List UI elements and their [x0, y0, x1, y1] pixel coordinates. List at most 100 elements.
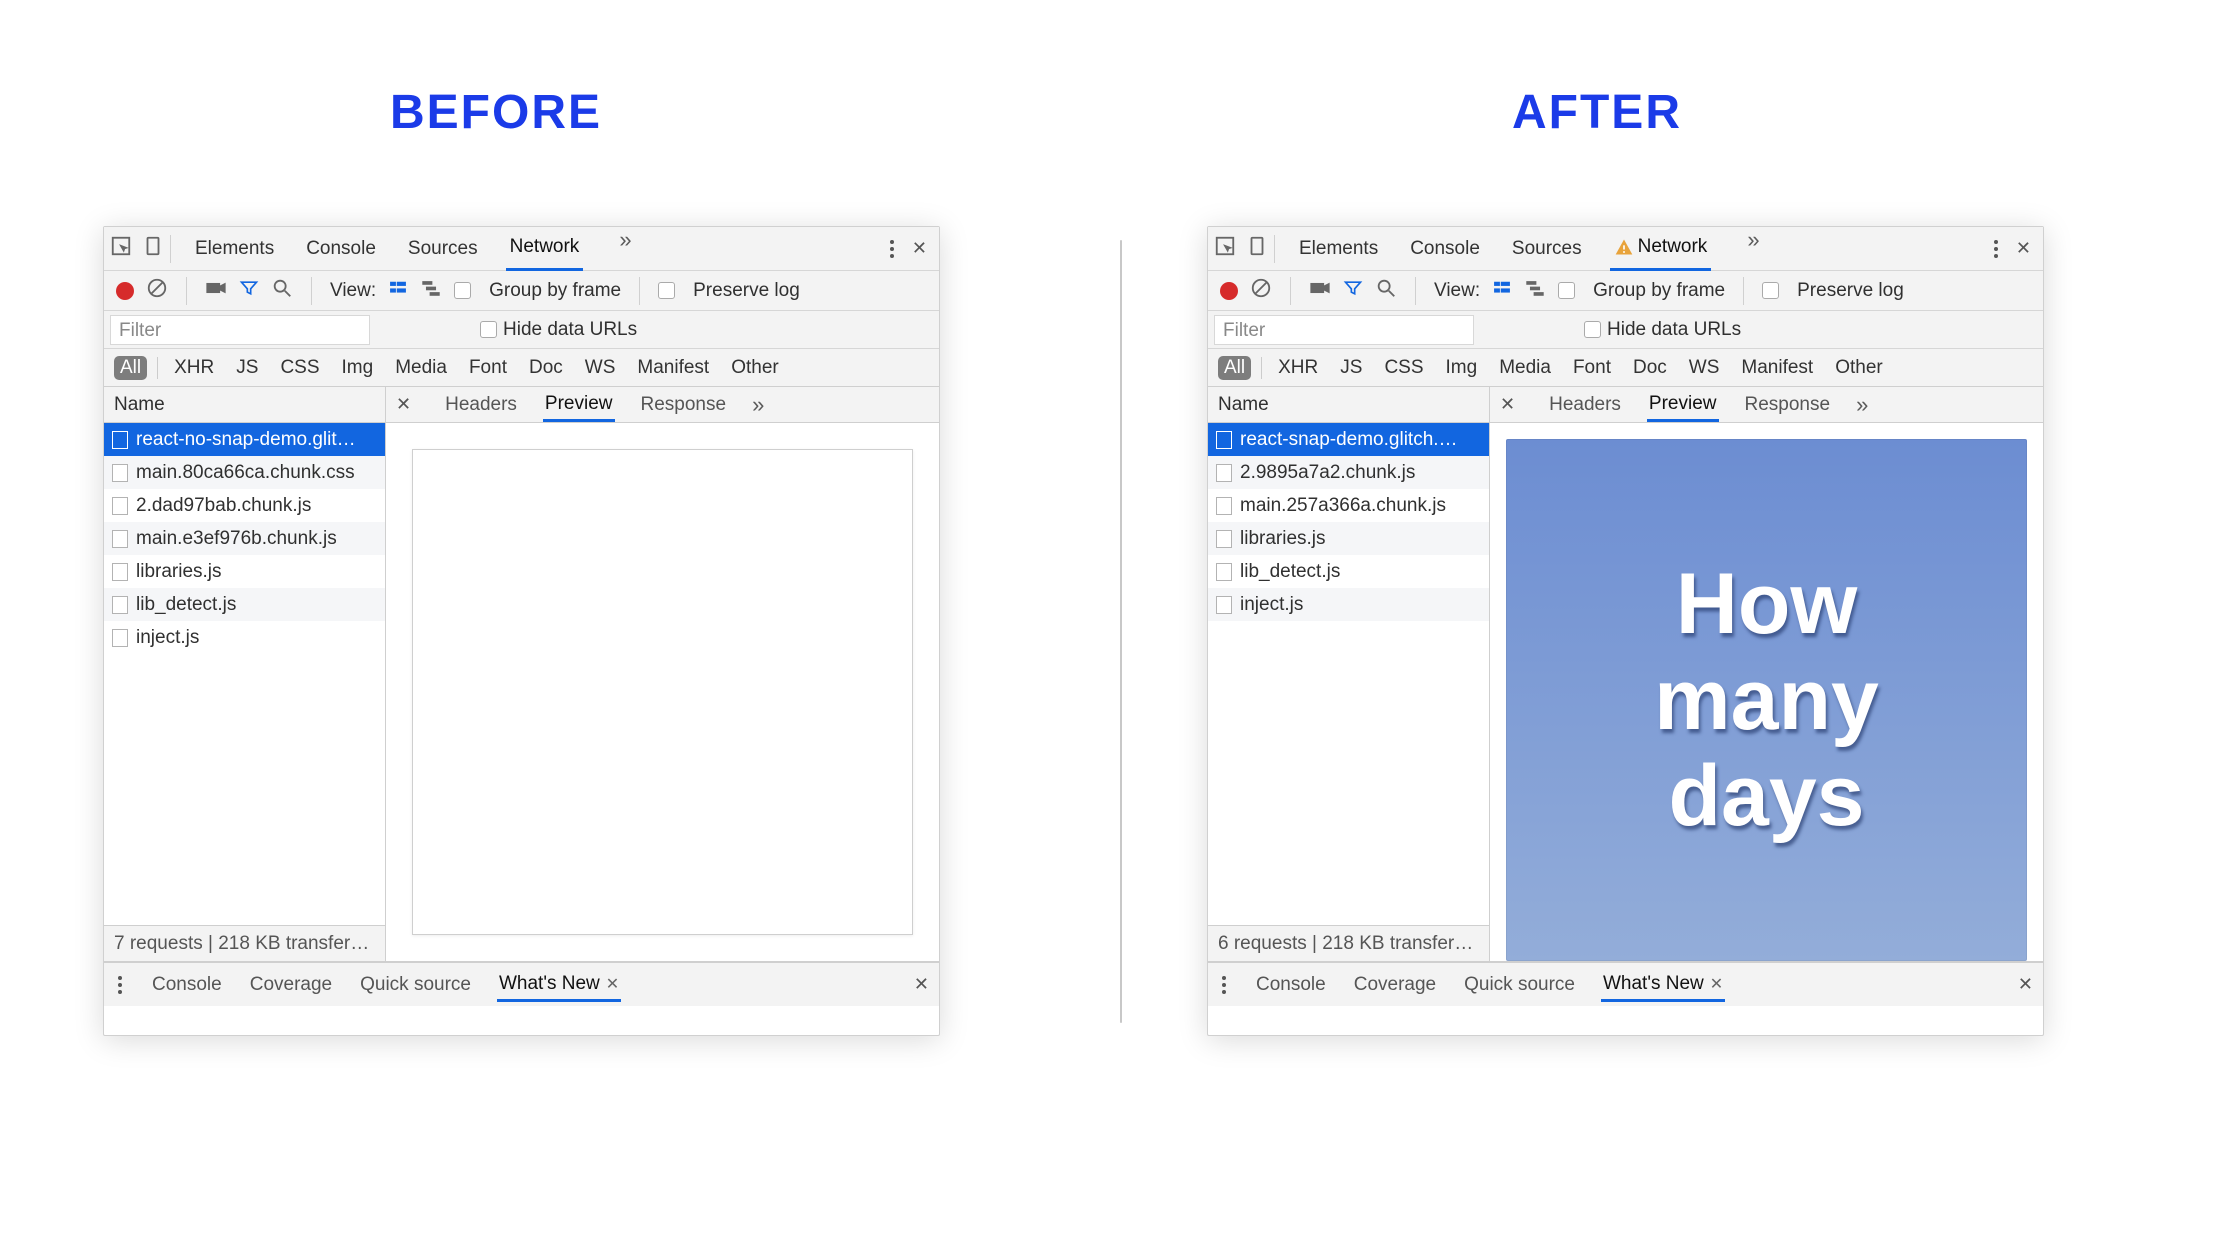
- request-row[interactable]: inject.js: [1208, 588, 1489, 621]
- pill-doc[interactable]: Doc: [523, 356, 569, 380]
- request-row[interactable]: lib_detect.js: [104, 588, 385, 621]
- view-waterfall-icon[interactable]: [420, 277, 442, 305]
- pill-img[interactable]: Img: [336, 356, 380, 380]
- detail-tab-response[interactable]: Response: [1743, 394, 1833, 416]
- hide-data-urls-checkbox[interactable]: [1584, 321, 1601, 338]
- pill-media[interactable]: Media: [1493, 356, 1557, 380]
- pill-font[interactable]: Font: [463, 356, 513, 380]
- pill-css[interactable]: CSS: [1378, 356, 1429, 380]
- view-waterfall-icon[interactable]: [1524, 277, 1546, 305]
- detail-tab-preview[interactable]: Preview: [543, 393, 615, 422]
- detail-tab-headers[interactable]: Headers: [1547, 394, 1623, 416]
- clear-icon[interactable]: [146, 277, 168, 305]
- pill-js[interactable]: JS: [1334, 356, 1368, 380]
- record-icon[interactable]: [116, 282, 134, 300]
- pill-doc[interactable]: Doc: [1627, 356, 1673, 380]
- detail-tab-preview[interactable]: Preview: [1647, 393, 1719, 422]
- tab-elements[interactable]: Elements: [191, 227, 278, 271]
- tab-console[interactable]: Console: [302, 227, 380, 271]
- pill-xhr[interactable]: XHR: [1272, 356, 1324, 380]
- close-drawer-icon[interactable]: [2018, 974, 2033, 996]
- drawer-tab-quicksource[interactable]: Quick source: [358, 974, 473, 996]
- close-detail-icon[interactable]: [396, 394, 419, 416]
- pill-manifest[interactable]: Manifest: [631, 356, 715, 380]
- pill-js[interactable]: JS: [230, 356, 264, 380]
- pill-all[interactable]: All: [114, 356, 147, 380]
- detail-tab-headers[interactable]: Headers: [443, 394, 519, 416]
- pill-ws[interactable]: WS: [579, 356, 622, 380]
- close-detail-icon[interactable]: [1500, 394, 1523, 416]
- preserve-log-checkbox[interactable]: [1762, 282, 1779, 299]
- pill-other[interactable]: Other: [725, 356, 785, 380]
- pill-img[interactable]: Img: [1440, 356, 1484, 380]
- pill-all[interactable]: All: [1218, 356, 1251, 380]
- drawer-tab-whatsnew[interactable]: What's New✕: [497, 973, 621, 1002]
- detail-tabs-overflow-icon[interactable]: [752, 392, 764, 418]
- device-icon[interactable]: [142, 235, 164, 263]
- drawer-kebab-icon[interactable]: [114, 976, 126, 994]
- filter-icon[interactable]: [1343, 278, 1363, 304]
- close-drawer-icon[interactable]: [914, 974, 929, 996]
- pill-xhr[interactable]: XHR: [168, 356, 220, 380]
- request-row[interactable]: libraries.js: [1208, 522, 1489, 555]
- drawer-tab-console[interactable]: Console: [1254, 974, 1328, 996]
- drawer-tab-whatsnew[interactable]: What's New✕: [1601, 973, 1725, 1002]
- tab-console[interactable]: Console: [1406, 227, 1484, 271]
- tab-network[interactable]: Network: [506, 227, 584, 271]
- close-tab-icon[interactable]: ✕: [1710, 976, 1723, 993]
- camera-icon[interactable]: [205, 277, 227, 305]
- pill-other[interactable]: Other: [1829, 356, 1889, 380]
- camera-icon[interactable]: [1309, 277, 1331, 305]
- close-tab-icon[interactable]: ✕: [606, 976, 619, 993]
- tabs-overflow-icon[interactable]: [619, 227, 631, 271]
- request-row[interactable]: main.257a366a.chunk.js: [1208, 489, 1489, 522]
- request-row[interactable]: main.e3ef976b.chunk.js: [104, 522, 385, 555]
- detail-tabs-overflow-icon[interactable]: [1856, 392, 1868, 418]
- search-icon[interactable]: [1375, 277, 1397, 305]
- request-row[interactable]: inject.js: [104, 621, 385, 654]
- pill-font[interactable]: Font: [1567, 356, 1617, 380]
- request-row[interactable]: 2.dad97bab.chunk.js: [104, 489, 385, 522]
- device-icon[interactable]: [1246, 235, 1268, 263]
- pill-css[interactable]: CSS: [274, 356, 325, 380]
- detail-tab-response[interactable]: Response: [639, 394, 729, 416]
- clear-icon[interactable]: [1250, 277, 1272, 305]
- tab-sources[interactable]: Sources: [1508, 227, 1586, 271]
- drawer-tab-coverage[interactable]: Coverage: [248, 974, 334, 996]
- kebab-menu-icon[interactable]: [886, 240, 898, 258]
- filter-input[interactable]: Filter: [1214, 315, 1474, 345]
- view-large-icon[interactable]: [388, 278, 408, 304]
- request-row[interactable]: lib_detect.js: [1208, 555, 1489, 588]
- pill-media[interactable]: Media: [389, 356, 453, 380]
- hide-data-urls-checkbox[interactable]: [480, 321, 497, 338]
- tabs-overflow-icon[interactable]: [1747, 227, 1759, 271]
- name-column-header[interactable]: Name: [1208, 387, 1489, 423]
- group-by-frame-checkbox[interactable]: [454, 282, 471, 299]
- request-row[interactable]: 2.9895a7a2.chunk.js: [1208, 456, 1489, 489]
- name-column-header[interactable]: Name: [104, 387, 385, 423]
- close-devtools-icon[interactable]: [2016, 238, 2031, 260]
- preserve-log-checkbox[interactable]: [658, 282, 675, 299]
- kebab-menu-icon[interactable]: [1990, 240, 2002, 258]
- pill-manifest[interactable]: Manifest: [1735, 356, 1819, 380]
- close-devtools-icon[interactable]: [912, 238, 927, 260]
- tab-elements[interactable]: Elements: [1295, 227, 1382, 271]
- drawer-tab-quicksource[interactable]: Quick source: [1462, 974, 1577, 996]
- request-row[interactable]: libraries.js: [104, 555, 385, 588]
- record-icon[interactable]: [1220, 282, 1238, 300]
- drawer-tab-console[interactable]: Console: [150, 974, 224, 996]
- filter-input[interactable]: Filter: [110, 315, 370, 345]
- view-large-icon[interactable]: [1492, 278, 1512, 304]
- pill-ws[interactable]: WS: [1683, 356, 1726, 380]
- group-by-frame-checkbox[interactable]: [1558, 282, 1575, 299]
- search-icon[interactable]: [271, 277, 293, 305]
- drawer-kebab-icon[interactable]: [1218, 976, 1230, 994]
- inspect-icon[interactable]: [1214, 235, 1236, 263]
- request-row[interactable]: react-snap-demo.glitch.…: [1208, 423, 1489, 456]
- filter-icon[interactable]: [239, 278, 259, 304]
- tab-sources[interactable]: Sources: [404, 227, 482, 271]
- drawer-tab-coverage[interactable]: Coverage: [1352, 974, 1438, 996]
- request-row[interactable]: main.80ca66ca.chunk.css: [104, 456, 385, 489]
- request-row[interactable]: react-no-snap-demo.glit…: [104, 423, 385, 456]
- tab-network[interactable]: Network: [1610, 227, 1712, 271]
